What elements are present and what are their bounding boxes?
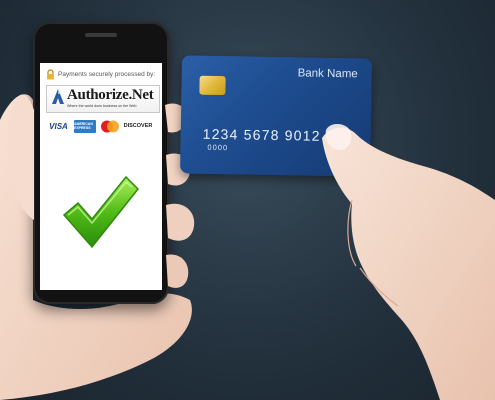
right-hand (322, 124, 495, 400)
payment-scene: Payments securely processed by: Authoriz… (0, 0, 495, 400)
